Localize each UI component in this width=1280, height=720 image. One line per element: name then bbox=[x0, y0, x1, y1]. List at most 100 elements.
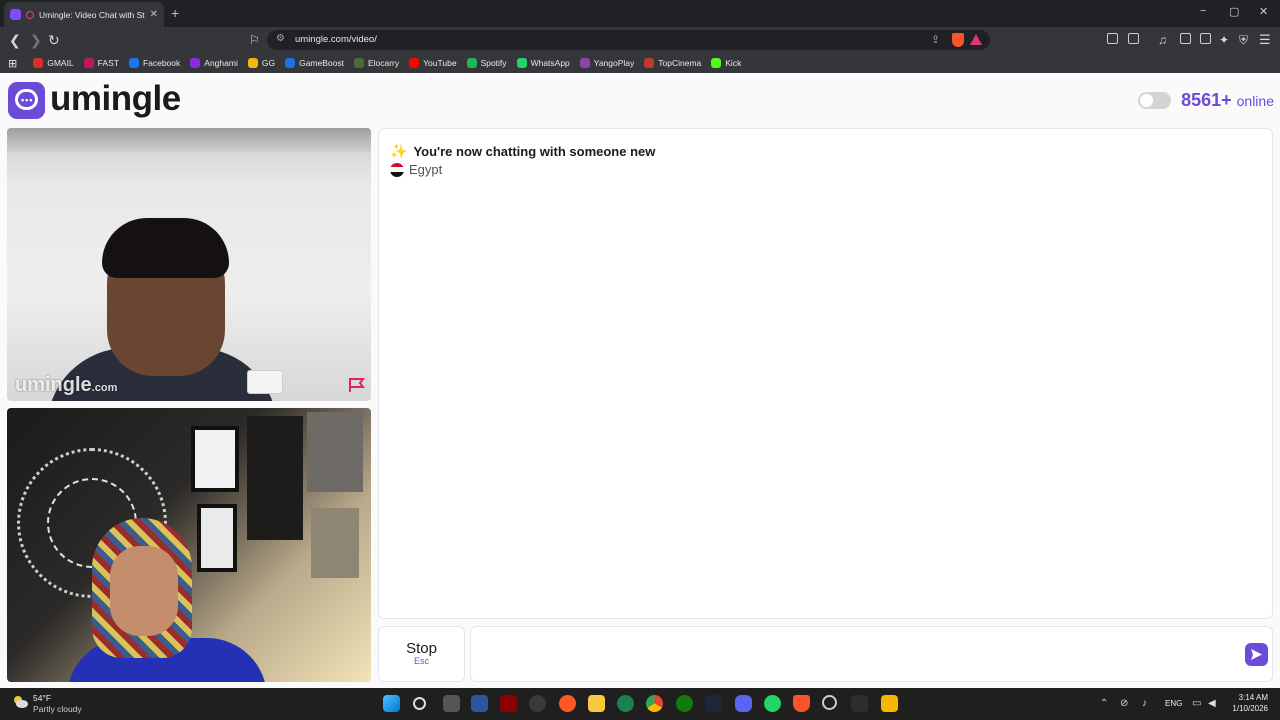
minimize-button[interactable]: − bbox=[1200, 5, 1206, 17]
mode-toggle[interactable] bbox=[1138, 92, 1172, 109]
apps-grid-icon[interactable]: ⊞ bbox=[8, 57, 17, 70]
site-favicon-icon bbox=[10, 9, 21, 20]
bookmarks-bar: ⊞ GMAIL FAST Facebook Anghami GG GameBoost Elo… bbox=[0, 53, 1280, 73]
app-circle-icon[interactable] bbox=[529, 695, 546, 712]
site-info-icon[interactable]: ⚙ bbox=[276, 33, 285, 44]
app-green-icon[interactable] bbox=[617, 695, 634, 712]
weather-description[interactable]: Partly cloudy bbox=[33, 704, 82, 714]
url-text[interactable]: umingle.com/video/ bbox=[295, 34, 377, 45]
online-counter: 8561+ online bbox=[1138, 90, 1274, 111]
media-icon[interactable]: ♫ bbox=[1158, 31, 1167, 49]
bookmark-elocarry[interactable]: Elocarry bbox=[353, 58, 399, 68]
steam-icon[interactable] bbox=[705, 695, 722, 712]
xbox-icon[interactable] bbox=[676, 695, 693, 712]
leo-ai-icon[interactable]: ✦ bbox=[1219, 31, 1229, 49]
browser-tab[interactable]: Umingle: Video Chat with Strangers ✕ bbox=[4, 2, 164, 27]
bookmark-spotify[interactable]: Spotify bbox=[466, 58, 507, 68]
browser-nav-bar: ❮ ❯ ↻ ⚐ ⚙ umingle.com/video/ ⇪ ♫ ✦ ⛨ ☰ bbox=[0, 27, 1280, 53]
brave-rewards-icon[interactable] bbox=[970, 34, 982, 45]
back-icon[interactable]: ❮ bbox=[9, 31, 21, 49]
page-content: ••• umingle 8561+ online umingle.com ✨ Y… bbox=[0, 77, 1280, 688]
share-icon[interactable]: ⇪ bbox=[931, 33, 940, 46]
screenshot-icon[interactable] bbox=[1128, 33, 1139, 44]
new-tab-button[interactable]: + bbox=[171, 5, 179, 21]
forward-icon[interactable]: ❯ bbox=[30, 31, 42, 49]
language-indicator[interactable]: ENG bbox=[1165, 699, 1182, 708]
ea-icon[interactable] bbox=[559, 695, 576, 712]
send-icon bbox=[1251, 649, 1262, 660]
maximize-button[interactable]: ▢ bbox=[1229, 5, 1239, 18]
extensions-icon[interactable] bbox=[1107, 33, 1118, 44]
youtube-icon bbox=[409, 58, 420, 68]
task-view-icon[interactable] bbox=[443, 695, 460, 712]
site-logo[interactable]: umingle bbox=[50, 79, 181, 119]
sidebar-icon[interactable] bbox=[1180, 33, 1191, 44]
search-icon[interactable] bbox=[413, 697, 426, 710]
address-bar[interactable]: ⚙ umingle.com/video/ ⇪ bbox=[267, 30, 990, 50]
bookmark-gg[interactable]: GG bbox=[247, 58, 276, 68]
bookmark-gameboost[interactable]: GameBoost bbox=[285, 58, 344, 68]
vpn-icon[interactable]: ⛨ bbox=[1239, 31, 1248, 49]
report-flag-icon[interactable] bbox=[348, 377, 366, 393]
bookmark-kick[interactable]: Kick bbox=[711, 58, 741, 68]
brave-shield-icon[interactable] bbox=[952, 33, 964, 47]
bookmark-label: TopCinema bbox=[658, 58, 702, 68]
microphone-icon[interactable]: ♪ bbox=[1142, 698, 1147, 709]
send-button[interactable] bbox=[1245, 643, 1268, 666]
self-video bbox=[7, 408, 371, 682]
clock-date[interactable]: 1/10/2026 bbox=[1222, 704, 1268, 713]
volume-icon[interactable]: ◀ bbox=[1208, 698, 1216, 709]
chrome-icon[interactable] bbox=[646, 695, 663, 712]
bookmark-gmail[interactable]: GMAIL bbox=[33, 58, 74, 68]
egypt-flag-icon bbox=[390, 162, 404, 177]
online-count: 8561+ bbox=[1181, 90, 1232, 110]
wallet-icon[interactable] bbox=[1200, 33, 1211, 44]
video-watermark: umingle.com bbox=[15, 374, 118, 396]
discord-icon[interactable] bbox=[735, 695, 752, 712]
app-pen-icon[interactable] bbox=[851, 695, 868, 712]
clock-time[interactable]: 3:14 AM bbox=[1230, 693, 1268, 702]
app-red-icon[interactable] bbox=[500, 695, 517, 712]
bookmark-label: GG bbox=[261, 58, 276, 68]
bookmark-icon[interactable]: ⚐ bbox=[249, 31, 260, 49]
bookmark-label: Facebook bbox=[142, 58, 181, 68]
app-ring-icon[interactable] bbox=[822, 695, 837, 710]
display-icon[interactable]: ▭ bbox=[1192, 698, 1201, 709]
recording-indicator-icon bbox=[26, 10, 34, 19]
partly-cloudy-icon[interactable] bbox=[12, 695, 28, 709]
system-message: ✨ You're now chatting with someone new bbox=[390, 143, 655, 160]
bookmark-label: GMAIL bbox=[47, 58, 74, 68]
app-yellow-icon[interactable] bbox=[881, 695, 898, 712]
close-window-button[interactable]: ✕ bbox=[1259, 5, 1268, 18]
start-icon[interactable] bbox=[383, 695, 400, 712]
brave-icon[interactable] bbox=[793, 695, 810, 712]
bookmark-label: Spotify bbox=[480, 58, 507, 68]
reload-icon[interactable]: ↻ bbox=[48, 31, 60, 49]
bookmark-whatsapp[interactable]: WhatsApp bbox=[516, 58, 570, 68]
bookmark-yangoplay[interactable]: YangoPlay bbox=[579, 58, 634, 68]
gg-icon bbox=[247, 58, 258, 68]
stop-label: Stop bbox=[406, 640, 437, 657]
bookmark-topcinema[interactable]: TopCinema bbox=[644, 58, 701, 68]
bookmark-anghami[interactable]: Anghami bbox=[190, 58, 238, 68]
tab-close-icon[interactable]: ✕ bbox=[150, 9, 158, 20]
online-label: online bbox=[1236, 93, 1274, 109]
bookmark-facebook[interactable]: Facebook bbox=[128, 58, 181, 68]
country-name: Egypt bbox=[409, 162, 443, 177]
word-icon[interactable] bbox=[471, 695, 488, 712]
message-input[interactable] bbox=[470, 626, 1273, 682]
show-hidden-icons-icon[interactable]: ⌃ bbox=[1100, 698, 1108, 709]
bookmark-youtube[interactable]: YouTube bbox=[409, 58, 457, 68]
bookmark-fast[interactable]: FAST bbox=[83, 58, 119, 68]
weather-temperature[interactable]: 54°F bbox=[33, 693, 51, 703]
network-icon[interactable]: ⊘ bbox=[1120, 698, 1128, 709]
gmail-icon bbox=[33, 58, 44, 68]
stop-button[interactable]: Stop Esc bbox=[378, 626, 465, 682]
whatsapp-icon[interactable] bbox=[764, 695, 781, 712]
bookmark-label: GameBoost bbox=[299, 58, 344, 68]
file-explorer-icon[interactable] bbox=[588, 695, 605, 712]
umingle-logo-icon[interactable]: ••• bbox=[8, 82, 45, 119]
stranger-video: umingle.com bbox=[7, 128, 371, 401]
system-message-text: You're now chatting with someone new bbox=[413, 144, 656, 159]
menu-icon[interactable]: ☰ bbox=[1259, 31, 1271, 49]
